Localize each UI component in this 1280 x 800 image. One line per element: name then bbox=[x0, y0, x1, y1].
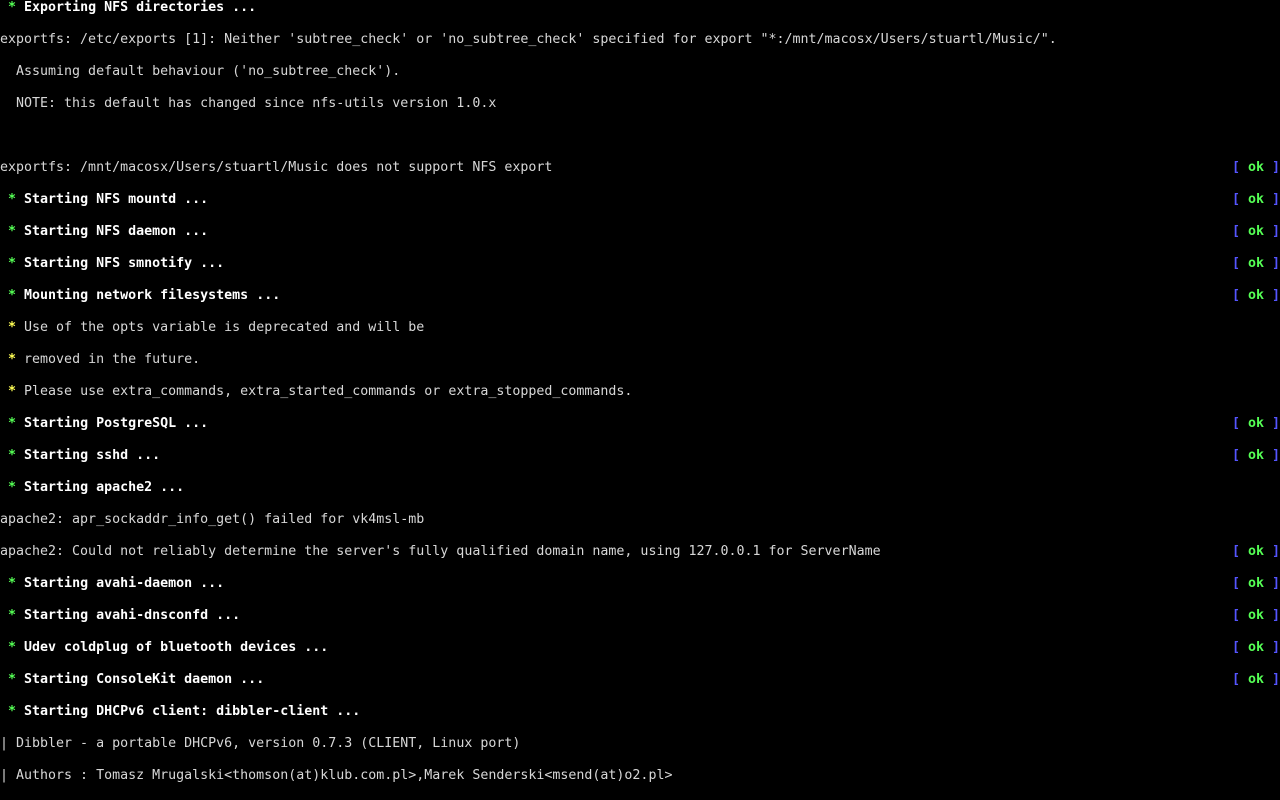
msg: exportfs: /etc/exports [1]: Neither 'sub… bbox=[0, 32, 1057, 47]
bullet-icon: * bbox=[0, 288, 24, 303]
bullet-icon: * bbox=[0, 384, 24, 399]
msg: Assuming default behaviour ('no_subtree_… bbox=[0, 64, 400, 79]
bullet-icon: * bbox=[0, 416, 24, 431]
pipe-icon: | bbox=[0, 768, 16, 783]
msg: Please use extra_commands, extra_started… bbox=[24, 384, 632, 399]
status-ok: [ ok ] bbox=[1232, 544, 1280, 560]
status-ok: [ ok ] bbox=[1232, 672, 1280, 688]
msg: Starting PostgreSQL ... bbox=[24, 416, 208, 431]
bullet-icon: * bbox=[0, 640, 24, 655]
status-ok: [ ok ] bbox=[1232, 608, 1280, 624]
msg: Starting ConsoleKit daemon ... bbox=[24, 672, 264, 687]
msg: apache2: apr_sockaddr_info_get() failed … bbox=[0, 512, 424, 527]
msg: Starting apache2 ... bbox=[24, 480, 184, 495]
bullet-icon: * bbox=[0, 672, 24, 687]
bullet-icon: * bbox=[0, 256, 24, 271]
bullet-icon: * bbox=[0, 608, 24, 623]
bullet-icon: * bbox=[0, 448, 24, 463]
bullet-icon: * bbox=[0, 704, 24, 719]
msg: Authors : Tomasz Mrugalski<thomson(at)kl… bbox=[16, 768, 672, 783]
status-ok: [ ok ] bbox=[1232, 288, 1280, 304]
pipe-icon: | bbox=[0, 736, 16, 751]
msg: NOTE: this default has changed since nfs… bbox=[0, 96, 496, 111]
msg: Starting sshd ... bbox=[24, 448, 160, 463]
msg: Use of the opts variable is deprecated a… bbox=[24, 320, 424, 335]
status-ok: [ ok ] bbox=[1232, 448, 1280, 464]
terminal-output[interactable]: * Exporting NFS directories ... exportfs… bbox=[0, 0, 1280, 800]
msg: apache2: Could not reliably determine th… bbox=[0, 544, 881, 559]
msg: removed in the future. bbox=[24, 352, 200, 367]
bullet-icon: * bbox=[0, 320, 24, 335]
status-ok: [ ok ] bbox=[1232, 224, 1280, 240]
bullet-icon: * bbox=[0, 352, 24, 367]
msg: Starting avahi-daemon ... bbox=[24, 576, 224, 591]
msg: Starting NFS daemon ... bbox=[24, 224, 208, 239]
status-ok: [ ok ] bbox=[1232, 416, 1280, 432]
msg: Starting NFS mountd ... bbox=[24, 192, 208, 207]
msg: Starting avahi-dnsconfd ... bbox=[24, 608, 240, 623]
status-ok: [ ok ] bbox=[1232, 640, 1280, 656]
msg: Starting DHCPv6 client: dibbler-client .… bbox=[24, 704, 360, 719]
status-ok: [ ok ] bbox=[1232, 576, 1280, 592]
bullet-icon: * bbox=[0, 576, 24, 591]
msg: Mounting network filesystems ... bbox=[24, 288, 280, 303]
msg: Starting NFS smnotify ... bbox=[24, 256, 224, 271]
bullet-icon: * bbox=[0, 224, 24, 239]
status-ok: [ ok ] bbox=[1232, 160, 1280, 176]
msg: Exporting NFS directories ... bbox=[24, 0, 256, 15]
msg: Dibbler - a portable DHCPv6, version 0.7… bbox=[16, 736, 520, 751]
msg: exportfs: /mnt/macosx/Users/stuartl/Musi… bbox=[0, 160, 552, 175]
status-ok: [ ok ] bbox=[1232, 192, 1280, 208]
status-ok: [ ok ] bbox=[1232, 256, 1280, 272]
bullet-icon: * bbox=[0, 0, 24, 15]
msg: Udev coldplug of bluetooth devices ... bbox=[24, 640, 328, 655]
bullet-icon: * bbox=[0, 192, 24, 207]
bullet-icon: * bbox=[0, 480, 24, 495]
